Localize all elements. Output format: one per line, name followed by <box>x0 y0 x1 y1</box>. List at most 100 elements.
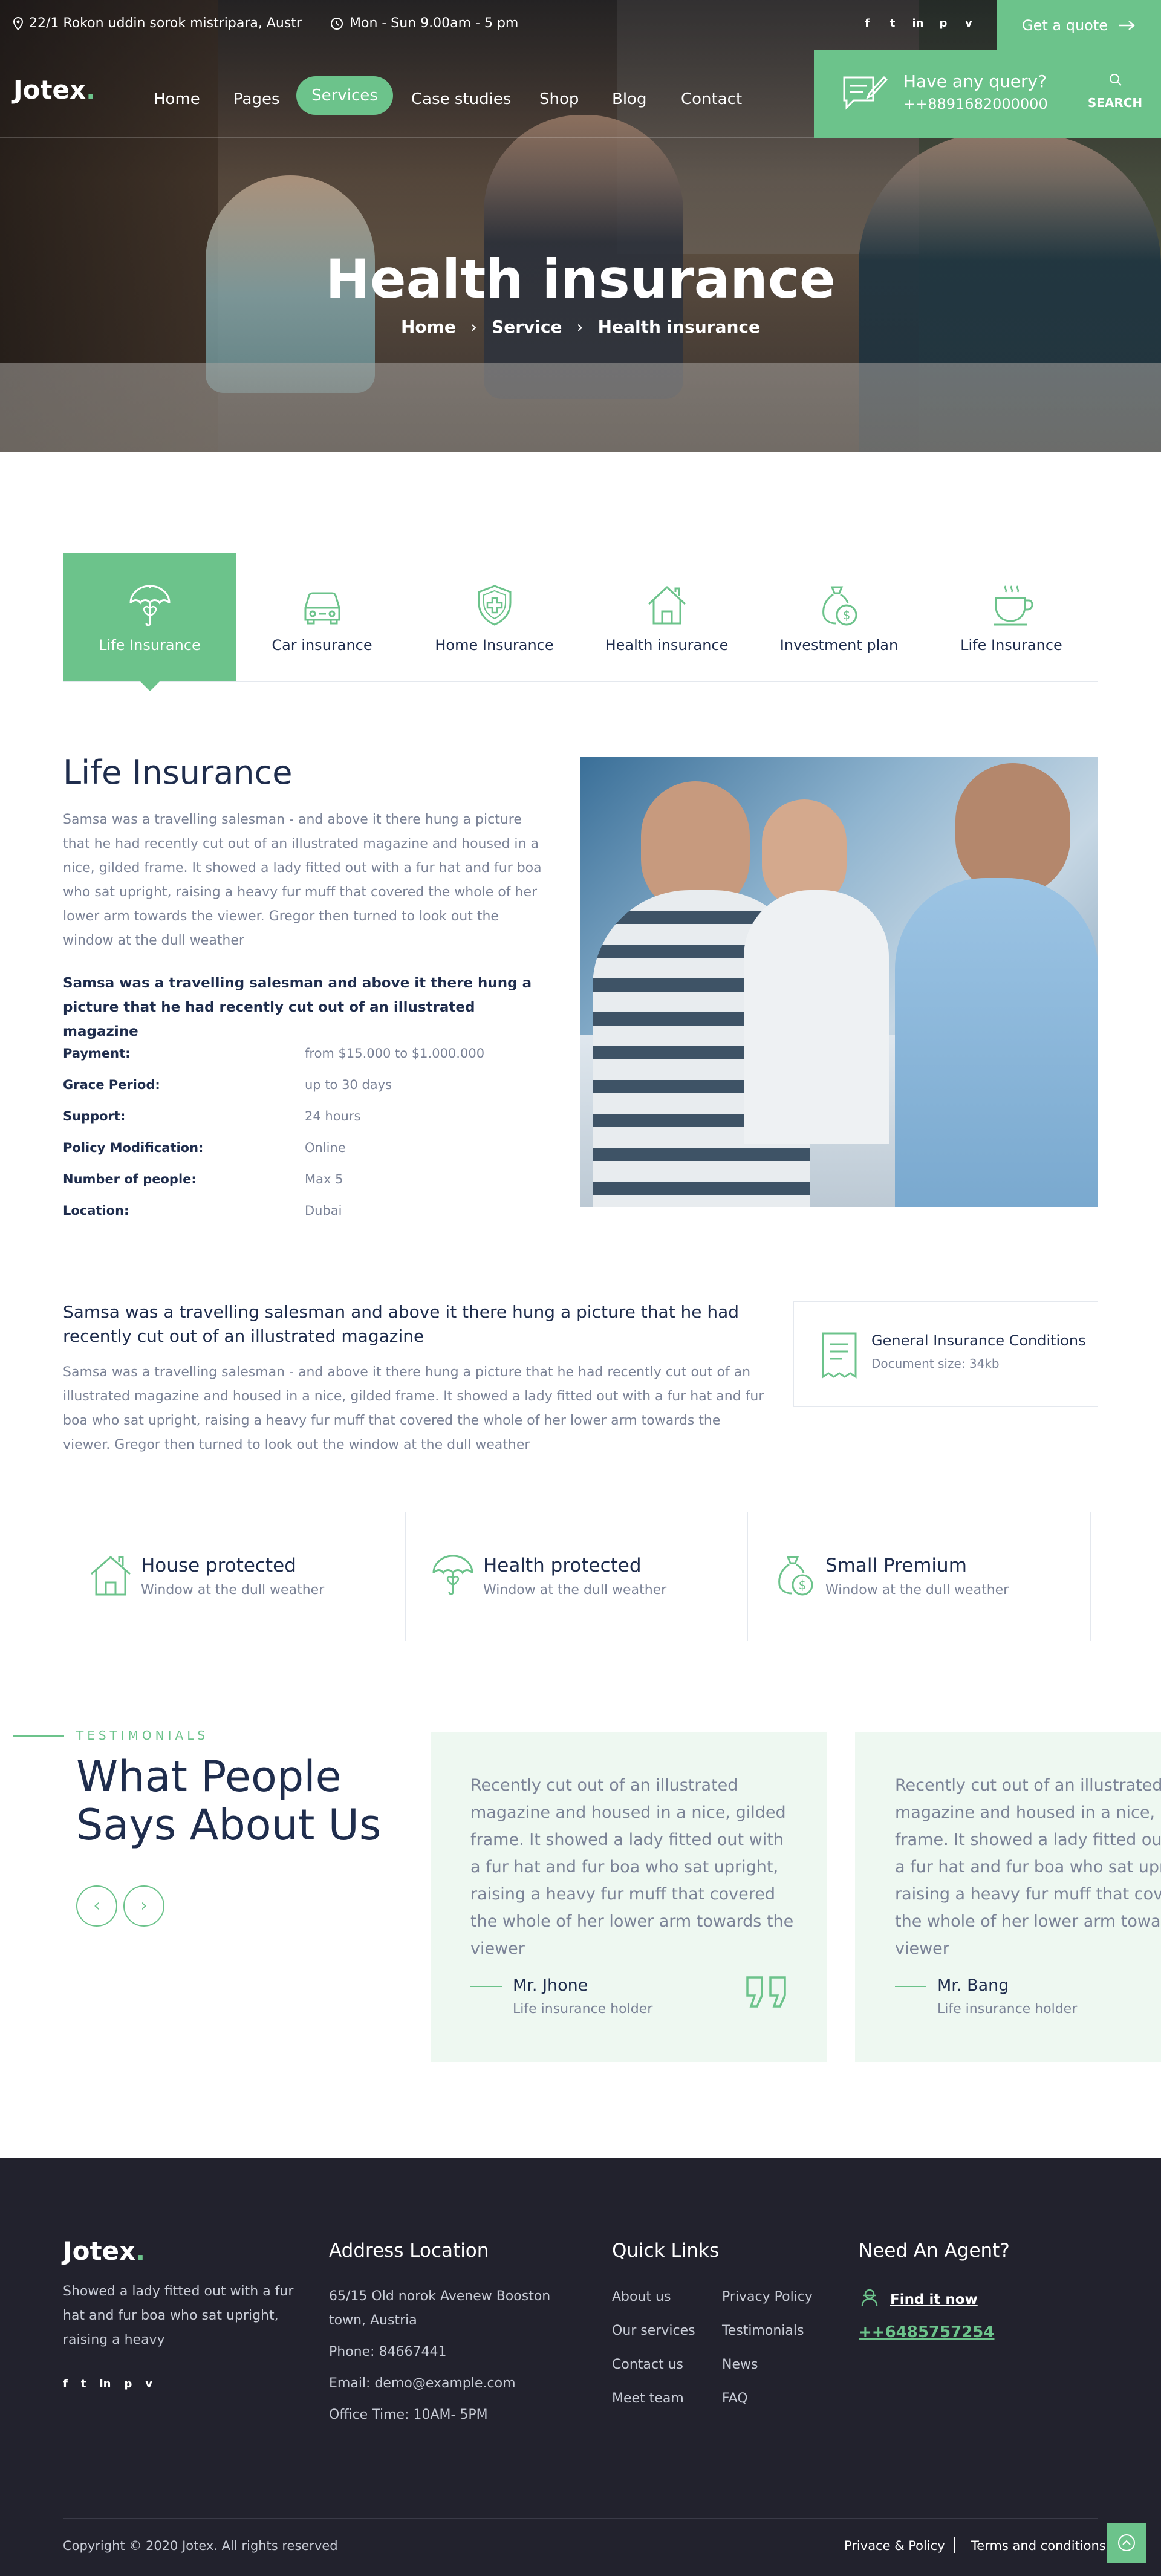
testimonial-role: Life insurance holder <box>513 2002 653 2017</box>
footer-link-news[interactable]: News <box>722 2357 758 2372</box>
tab-life-insurance[interactable]: Life Insurance <box>63 553 236 691</box>
chevron-right-icon: › <box>470 317 478 337</box>
search-icon <box>1110 74 1122 86</box>
tab-life-insurance-2[interactable]: Life Insurance <box>925 553 1098 681</box>
pinterest-icon[interactable]: p <box>937 17 949 30</box>
nav-item-shop[interactable]: Shop <box>539 87 579 111</box>
document-title[interactable]: General Insurance Conditions <box>871 1332 1086 1349</box>
footer-link-separator <box>954 2537 955 2553</box>
detail-value: from $15.000 to $1.000.000 <box>305 1046 485 1061</box>
photo-agent-head <box>955 763 1070 896</box>
detail-key: Payment: <box>63 1046 131 1061</box>
tab-home-insurance[interactable]: Home Insurance <box>408 553 580 681</box>
footer-link-faq[interactable]: FAQ <box>722 2391 748 2406</box>
query-title: Have any query? <box>903 71 1047 91</box>
scroll-to-top-button[interactable] <box>1107 2523 1146 2563</box>
copyright-text: Copyright © 2020 Jotex. All rights reser… <box>63 2539 338 2553</box>
photo-agent-blue-shirt <box>895 878 1098 1207</box>
house-heart-icon <box>648 585 686 625</box>
footer-terms-link[interactable]: Terms and conditions <box>971 2539 1106 2553</box>
footer-social-links: f t in p v <box>63 2378 152 2390</box>
testimonials-title: What People Says About Us <box>76 1752 382 1850</box>
tab-label: Life Insurance <box>960 637 1062 654</box>
feature-house-protected: House protected Window at the dull weath… <box>63 1512 406 1641</box>
query-contact-box[interactable]: Have any query? ++8891682000000 <box>814 50 1068 138</box>
testimonial-card: Recently cut out of an illustrated magaz… <box>855 1732 1161 2062</box>
footer-email[interactable]: Email: demo@example.com <box>329 2372 516 2396</box>
chevron-up-icon <box>1118 2534 1135 2551</box>
money-bag-icon: $ <box>778 1556 813 1596</box>
linkedin-icon[interactable]: in <box>912 17 924 30</box>
footer-logo-text: Jotex <box>63 2236 136 2266</box>
detail-row-number-of-people: Number of people: Max 5 <box>63 1172 486 1190</box>
linkedin-icon[interactable]: in <box>99 2378 111 2390</box>
detail-key: Number of people: <box>63 1172 197 1186</box>
tab-car-insurance[interactable]: Car insurance <box>236 553 408 681</box>
detail-key: Grace Period: <box>63 1078 160 1092</box>
footer-about-text: Showed a lady fitted out with a fur hat … <box>63 2284 294 2347</box>
second-paragraph: Samsa was a travelling salesman - and ab… <box>63 1365 764 1452</box>
footer-address-heading: Address Location <box>329 2240 489 2262</box>
footer-logo-dot: . <box>135 2236 146 2266</box>
detail-key: Support: <box>63 1109 126 1124</box>
nav-item-contact[interactable]: Contact <box>681 87 742 111</box>
nav-item-services[interactable]: Services <box>296 76 393 115</box>
facebook-icon[interactable]: f <box>63 2378 68 2390</box>
feature-health-protected: Health protected Window at the dull weat… <box>406 1512 748 1641</box>
document-size: Document size: 34kb <box>871 1356 1000 1371</box>
photo-woman-shirt <box>744 890 889 1144</box>
feature-subtitle: Window at the dull weather <box>825 1582 1009 1598</box>
footer-link-testimonials[interactable]: Testimonials <box>722 2323 804 2338</box>
next-testimonial-button[interactable]: › <box>123 1885 164 1927</box>
get-quote-button[interactable]: Get a quote <box>997 0 1161 51</box>
facebook-icon[interactable]: f <box>861 17 873 30</box>
tab-label: Home Insurance <box>435 637 554 654</box>
footer-link-services[interactable]: Our services <box>612 2323 695 2338</box>
detail-key: Location: <box>63 1203 129 1218</box>
tab-label: Life Insurance <box>99 637 201 654</box>
nav-item-blog[interactable]: Blog <box>612 87 646 111</box>
vimeo-icon[interactable]: v <box>145 2378 152 2390</box>
topbar-address: 22/1 Rokon uddin sorok mistripara, Austr <box>13 16 302 31</box>
footer-logo[interactable]: Jotex. <box>63 2236 145 2266</box>
testimonial-text: Recently cut out of an illustrated magaz… <box>470 1776 794 1958</box>
footer-link-contact[interactable]: Contact us <box>612 2357 683 2372</box>
twitter-icon[interactable]: t <box>886 17 899 30</box>
topbar-social-links: f t in p v <box>861 17 975 30</box>
nav-item-home[interactable]: Home <box>154 87 200 111</box>
detail-value: 24 hours <box>305 1109 361 1124</box>
feature-title: House protected <box>141 1555 296 1576</box>
document-download-card[interactable]: General Insurance Conditions Document si… <box>793 1301 1098 1407</box>
coffee-cup-icon <box>993 585 1033 626</box>
testimonials-label: TESTIMONIALS <box>76 1728 209 1743</box>
breadcrumb-home[interactable]: Home <box>401 317 456 337</box>
footer-address: 65/15 Old norok Avenew Booston town, Aus… <box>329 2289 551 2328</box>
nav-item-case-studies[interactable]: Case studies <box>411 87 511 111</box>
vimeo-icon[interactable]: v <box>963 17 975 30</box>
site-logo[interactable]: Jotex. <box>13 75 96 105</box>
search-label: SEARCH <box>1087 96 1143 110</box>
tab-health-insurance[interactable]: Health insurance <box>580 553 753 681</box>
query-phone[interactable]: ++8891682000000 <box>903 96 1048 112</box>
twitter-icon[interactable]: t <box>81 2378 86 2390</box>
prev-testimonial-button[interactable]: ‹ <box>76 1885 117 1927</box>
footer-link-team[interactable]: Meet team <box>612 2391 684 2406</box>
find-agent-link[interactable]: Find it now <box>890 2292 978 2308</box>
tab-investment-plan[interactable]: $ Investment plan <box>753 553 925 681</box>
logo-text: Jotex <box>13 75 86 105</box>
hero-section: 22/1 Rokon uddin sorok mistripara, Austr… <box>0 0 1161 452</box>
breadcrumb-service[interactable]: Service <box>492 317 562 337</box>
footer-privacy-link[interactable]: Privace & Policy <box>844 2539 945 2553</box>
features-row: House protected Window at the dull weath… <box>63 1512 1091 1641</box>
footer-link-about[interactable]: About us <box>612 2289 671 2304</box>
agent-phone-link[interactable]: ++6485757254 <box>859 2323 994 2341</box>
breadcrumb-current: Health insurance <box>597 317 760 337</box>
chat-message-icon <box>843 76 888 110</box>
footer-link-privacy[interactable]: Privacy Policy <box>722 2289 813 2304</box>
search-button[interactable]: SEARCH <box>1068 50 1161 138</box>
nav-item-pages[interactable]: Pages <box>233 87 280 111</box>
agent-icon <box>861 2289 878 2307</box>
footer-quick-links-heading: Quick Links <box>612 2240 720 2262</box>
pinterest-icon[interactable]: p <box>124 2378 132 2390</box>
detail-row-policy-modification: Policy Modification: Online <box>63 1140 486 1159</box>
